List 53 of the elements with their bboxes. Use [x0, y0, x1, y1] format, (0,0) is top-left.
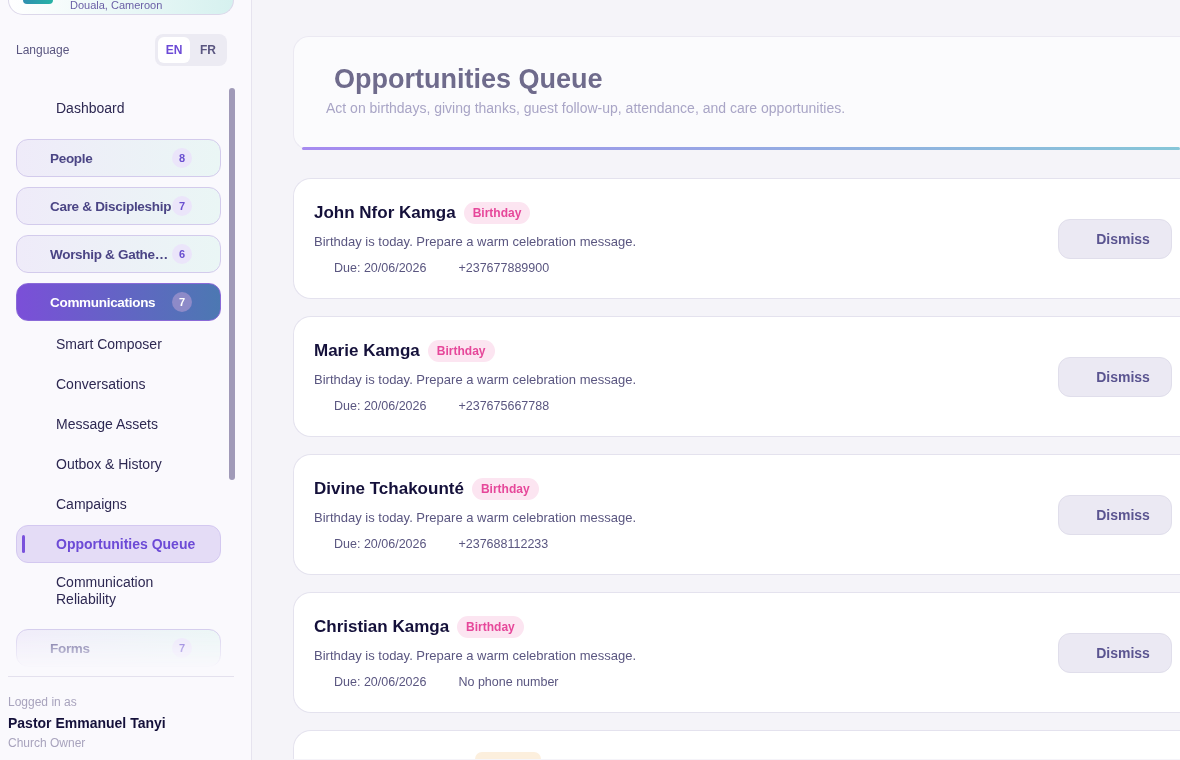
page-title: Opportunities Queue — [334, 63, 603, 95]
count-badge: 7 — [172, 196, 192, 216]
nav-group[interactable]: Communications 7 — [16, 283, 221, 321]
nav-item[interactable]: Dashboard — [16, 88, 221, 128]
count-badge: 6 — [172, 244, 192, 264]
opportunity-description: Birthday is today. Prepare a warm celebration message. — [314, 371, 637, 389]
user-role: Church Owner — [8, 736, 87, 750]
user-name: Pastor Emmanuel Tanyi — [8, 715, 167, 731]
phone-number: +237675667788 — [458, 398, 550, 415]
count-badge: 7 — [172, 638, 192, 658]
category-tag: Birthday — [471, 478, 539, 500]
dismiss-button[interactable]: Dismiss — [1058, 356, 1172, 397]
person-name: John Nfor Kamga — [314, 203, 456, 223]
nav-subitem[interactable]: Conversations — [16, 364, 221, 404]
nav-subitem[interactable]: Message Assets — [16, 404, 221, 444]
due-date: Due: 20/06/2026 — [334, 536, 427, 553]
dismiss-button[interactable]: Dismiss — [1058, 494, 1172, 535]
category-tag: Birthday — [457, 616, 524, 638]
location-text: Douala, Cameroon — [70, 0, 163, 11]
count-badge: 8 — [172, 148, 192, 168]
opportunity-description: Birthday is today. Prepare a warm celebration message. — [314, 647, 637, 665]
logo-tile-icon — [23, 0, 53, 4]
language-label: Language — [16, 43, 70, 57]
count-badge: 7 — [172, 292, 192, 312]
phone-number: +237688112233 — [458, 536, 549, 553]
page-subtitle: Act on birthdays, giving thanks, guest follow-up, attendance, and care opportunities. — [326, 99, 847, 117]
opportunity-description: Birthday is today. Prepare a warm celebration message. — [314, 509, 637, 527]
person-name: Christian Kamga — [314, 617, 450, 637]
nav-subitem[interactable]: Campaigns — [16, 484, 221, 524]
due-date: Due: 20/06/2026 — [334, 674, 427, 691]
person-name: Divine Tchakounté — [314, 479, 464, 499]
nav-group[interactable]: Care & Discipleship 7 — [16, 187, 221, 225]
nav-subitem[interactable]: Smart Composer — [16, 324, 221, 364]
opportunity-description: Birthday is today. Prepare a warm celebration message. — [314, 233, 637, 251]
phone-number: +237677889900 — [458, 260, 550, 277]
nav-subitem[interactable]: Outbox & History — [16, 444, 221, 484]
nav-subitem[interactable]: Opportunities Queue — [16, 525, 221, 563]
due-date: Due: 20/06/2026 — [334, 260, 427, 277]
logged-in-caption: Logged in as — [8, 695, 78, 709]
category-tag: Birthday — [427, 340, 495, 362]
dismiss-button[interactable]: Dismiss — [1058, 632, 1172, 673]
person-name: Marie Kamga — [314, 341, 420, 361]
due-date: Due: 20/06/2026 — [334, 398, 427, 415]
language-option[interactable]: FR — [192, 37, 224, 63]
nav-subitem[interactable]: Communication Reliability — [16, 564, 221, 617]
category-tag: Birthday — [463, 202, 531, 224]
scrollbar-thumb[interactable] — [229, 88, 235, 480]
nav-group[interactable]: Worship & Gathe… 6 — [16, 235, 221, 273]
phone-number: No phone number — [458, 674, 559, 691]
dismiss-button[interactable]: Dismiss — [1058, 218, 1172, 259]
nav-group[interactable]: People 8 — [16, 139, 221, 177]
active-indicator-icon — [22, 535, 25, 553]
language-option[interactable]: EN — [158, 37, 190, 63]
